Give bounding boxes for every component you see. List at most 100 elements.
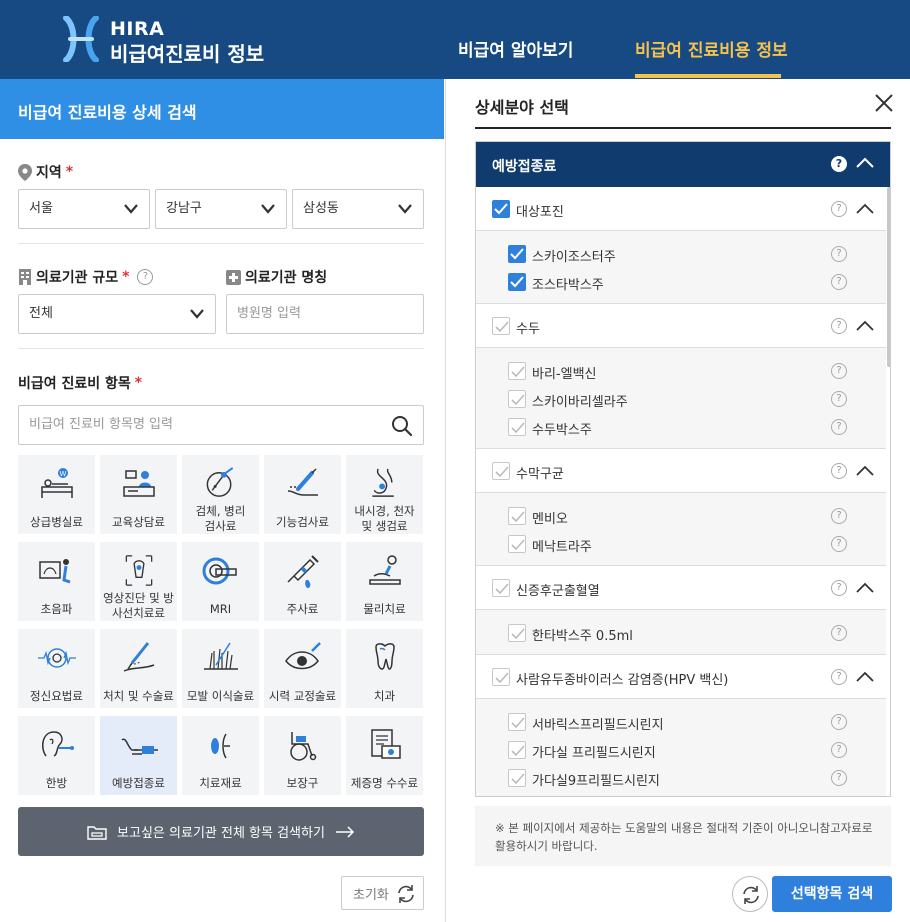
item-row[interactable]: 메낙트라주 ? [476, 530, 886, 558]
tile-certificate-fee[interactable]: 제증명 수수료 [346, 716, 423, 795]
help-icon[interactable]: ? [831, 625, 847, 641]
chevron-up-icon[interactable] [856, 320, 874, 332]
refresh-button[interactable] [732, 876, 768, 912]
item-row[interactable]: 가다실 프리필드시린지 ? [476, 736, 886, 764]
help-icon[interactable]: ? [831, 274, 847, 290]
group-checkbox[interactable] [492, 317, 510, 335]
reset-button[interactable]: 초기화 [341, 876, 424, 910]
close-icon[interactable] [874, 93, 894, 113]
item-row[interactable]: 스카이바리셀라주 ? [476, 385, 886, 413]
region-dong-select[interactable]: 삼성동 [292, 189, 424, 229]
item-row[interactable]: 가다실9프리필드시린지 ? [476, 764, 886, 792]
item-row[interactable]: 서바릭스프리필드시린지 ? [476, 708, 886, 736]
help-icon[interactable]: ? [831, 714, 847, 730]
item-checkbox[interactable] [508, 535, 526, 553]
tile-vaccination[interactable]: 예방접종료 [100, 716, 177, 795]
region-city-select[interactable]: 서울 [18, 189, 150, 229]
nav-cost-info[interactable]: 비급여 진료비용 정보 [635, 36, 788, 61]
item-search-input[interactable]: 비급여 진료비 항목명 입력 [18, 405, 424, 445]
help-icon[interactable]: ? [831, 156, 847, 172]
hira-logo-icon[interactable] [62, 16, 100, 62]
chevron-up-icon[interactable] [856, 203, 874, 215]
group-checkbox[interactable] [492, 200, 510, 218]
nav-about[interactable]: 비급여 알아보기 [458, 36, 573, 61]
item-checkbox[interactable] [508, 769, 526, 787]
chevron-up-icon[interactable] [856, 465, 874, 477]
help-icon[interactable]: ? [831, 536, 847, 552]
tile-counseling[interactable]: 교육상담료 [100, 455, 177, 534]
tile-surgery[interactable]: 처치 및 수술료 [100, 629, 177, 708]
tile-injection[interactable]: 주사료 [264, 542, 341, 621]
counseling-icon [122, 470, 155, 497]
search-all-items-button[interactable]: 보고싶은 의료기관 전체 항목 검색하기 [18, 807, 424, 856]
help-icon[interactable]: ? [831, 580, 847, 596]
item-row[interactable]: 조스타박스주 ? [476, 268, 886, 296]
help-icon[interactable]: ? [831, 669, 847, 685]
help-icon[interactable]: ? [831, 201, 847, 217]
list-scrollbar[interactable] [887, 187, 890, 367]
region-dong-value: 삼성동 [303, 201, 339, 216]
search-all-items-label: 보고싶은 의료기관 전체 항목 검색하기 [117, 826, 325, 841]
group-checkbox[interactable] [492, 462, 510, 480]
help-icon[interactable]: ? [137, 269, 154, 285]
item-row[interactable]: 바리-엘백신 ? [476, 357, 886, 385]
item-checkbox[interactable] [508, 273, 526, 291]
item-label: 스카이바리셀라주 [532, 395, 628, 410]
help-icon[interactable]: ? [831, 363, 847, 379]
tile-hair-transplant[interactable]: 모발 이식술료 [182, 629, 259, 708]
tile-radiology[interactable]: 영상진단 및 방사선치료료 [100, 542, 177, 621]
help-icon[interactable]: ? [831, 391, 847, 407]
tile-function-test[interactable]: 기능검사료 [264, 455, 341, 534]
section-header[interactable]: 예방접종료 ? [476, 142, 890, 187]
item-row[interactable]: 멘비오 ? [476, 502, 886, 530]
tile-physical-therapy[interactable]: 물리치료 [346, 542, 423, 621]
tile-ward-fee[interactable]: W 상급병실료 [18, 455, 95, 534]
item-row[interactable]: 스카이조스터주 ? [476, 240, 886, 268]
tile-dental[interactable]: 치과 [346, 629, 423, 708]
group-row-meningococcal[interactable]: 수막구균 ? [476, 449, 886, 493]
search-icon[interactable] [391, 415, 413, 437]
institution-size-label-text: 의료기관 규모 [36, 270, 119, 286]
help-icon[interactable]: ? [831, 419, 847, 435]
help-icon[interactable]: ? [831, 742, 847, 758]
region-district-select[interactable]: 강남구 [155, 189, 287, 229]
help-icon[interactable]: ? [831, 770, 847, 786]
item-checkbox[interactable] [508, 741, 526, 759]
tile-vision-correction[interactable]: 시력 교정술료 [264, 629, 341, 708]
help-icon[interactable]: ? [831, 246, 847, 262]
group-label: 대상포진 [516, 205, 564, 220]
help-icon[interactable]: ? [831, 463, 847, 479]
help-icon[interactable]: ? [831, 508, 847, 524]
tile-mri[interactable]: MRI [182, 542, 259, 621]
group-checkbox[interactable] [492, 579, 510, 597]
group-checkbox[interactable] [492, 668, 510, 686]
item-row[interactable]: 한타박스주 0.5ml ? [476, 619, 886, 647]
tile-endoscopy[interactable]: 내시경, 천자 및 생검료 [346, 455, 423, 534]
item-checkbox[interactable] [508, 507, 526, 525]
tile-specimen-test[interactable]: 검체, 병리 검사료 [182, 455, 259, 534]
help-icon[interactable]: ? [831, 318, 847, 334]
tile-assistive-device[interactable]: 보장구 [264, 716, 341, 795]
item-checkbox[interactable] [508, 713, 526, 731]
item-checkbox[interactable] [508, 418, 526, 436]
group-row-hantavirus[interactable]: 신증후군출혈열 ? [476, 566, 886, 610]
institution-size-select[interactable]: 전체 [18, 294, 216, 334]
chevron-up-icon[interactable] [856, 582, 874, 594]
chevron-up-icon[interactable] [856, 671, 874, 683]
chevron-up-icon[interactable] [856, 157, 874, 169]
item-checkbox[interactable] [508, 390, 526, 408]
item-checkbox[interactable] [508, 245, 526, 263]
item-row[interactable]: 수두박스주 ? [476, 413, 886, 441]
tile-treatment-material[interactable]: 치료재료 [182, 716, 259, 795]
group-row-chickenpox[interactable]: 수두 ? [476, 304, 886, 348]
region-label: 지역 * [18, 162, 73, 182]
item-checkbox[interactable] [508, 362, 526, 380]
tile-psychotherapy[interactable]: 정신요법료 [18, 629, 95, 708]
group-row-hpv[interactable]: 사람유두종바이러스 감염증(HPV 백신) ? [476, 655, 886, 699]
tile-oriental-medicine[interactable]: 한방 [18, 716, 95, 795]
institution-name-input[interactable]: 병원명 입력 [226, 294, 424, 334]
group-row-shingles[interactable]: 대상포진 ? [476, 187, 886, 231]
item-checkbox[interactable] [508, 624, 526, 642]
tile-ultrasound[interactable]: 초음파 [18, 542, 95, 621]
search-selected-button[interactable]: 선택항목 검색 [772, 876, 892, 912]
